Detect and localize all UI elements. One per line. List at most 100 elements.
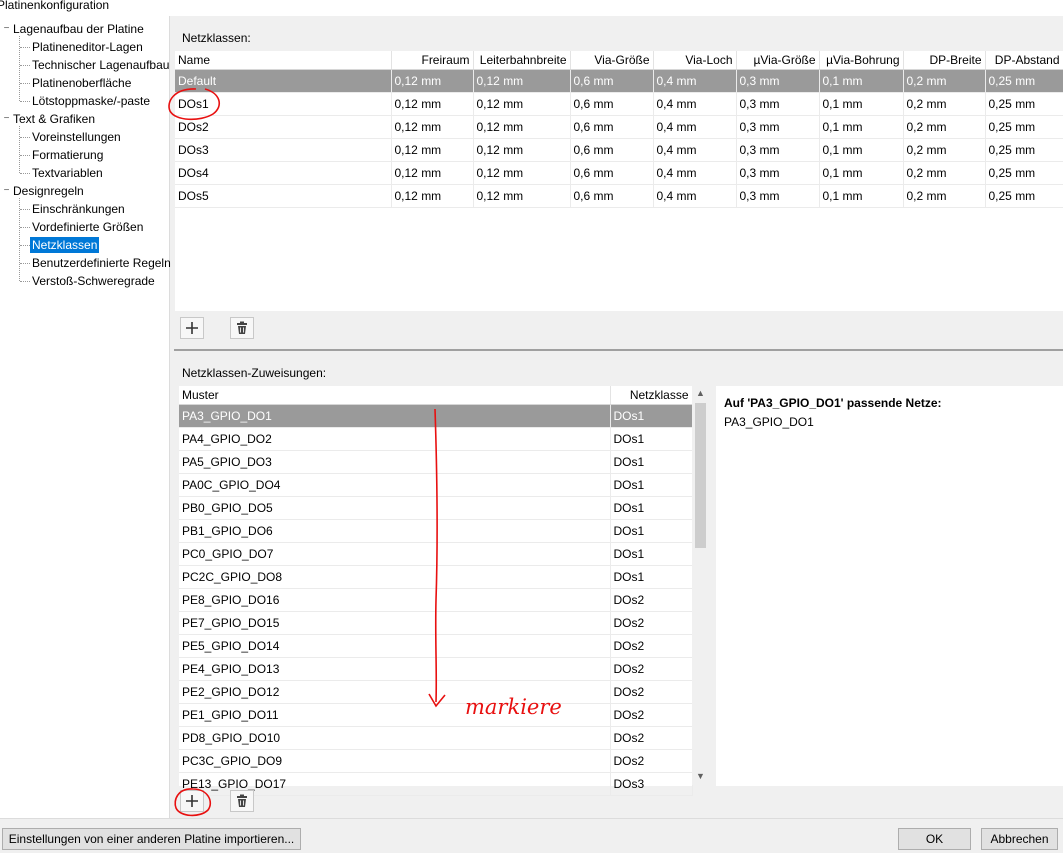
pattern-cell[interactable]: PC0_GPIO_DO7 xyxy=(179,542,611,566)
column-header[interactable]: Netzklasse xyxy=(610,386,693,405)
netclass-cell[interactable]: DOs2 xyxy=(610,588,693,612)
netclass-value-cell[interactable]: 0,12 mm xyxy=(473,92,571,116)
netclass-cell[interactable]: DOs2 xyxy=(610,703,693,727)
netclass-value-cell[interactable]: 0,25 mm xyxy=(985,92,1063,116)
netclass-value-cell[interactable]: 0,4 mm xyxy=(653,184,737,208)
netclass-value-cell[interactable]: 0,12 mm xyxy=(391,92,474,116)
assignment-row[interactable]: PA3_GPIO_DO1 DOs1 xyxy=(179,404,693,428)
netclasses-grid[interactable]: Name Freiraum Leiterbahnbreite Via-Größe Via… xyxy=(175,51,1063,311)
pattern-cell[interactable]: PA0C_GPIO_DO4 xyxy=(179,473,611,497)
collapse-icon[interactable]: − xyxy=(2,110,11,128)
netclass-value-cell[interactable]: 0,2 mm xyxy=(903,184,986,208)
tree-group-1[interactable]: Text & Grafiken xyxy=(13,110,95,128)
netclass-value-cell[interactable]: 0,12 mm xyxy=(473,69,571,93)
netclass-cell[interactable]: DOs2 xyxy=(610,634,693,658)
netclass-value-cell[interactable]: 0,12 mm xyxy=(473,184,571,208)
netclass-cell[interactable]: DOs1 xyxy=(610,519,693,543)
column-header[interactable]: DP-Breite xyxy=(903,51,986,70)
netclass-value-cell[interactable]: 0,3 mm xyxy=(736,138,820,162)
scroll-thumb[interactable] xyxy=(695,403,706,548)
pattern-cell[interactable]: PE2_GPIO_DO12 xyxy=(179,680,611,704)
tree-item[interactable]: Formatierung xyxy=(32,146,103,164)
netclass-value-cell[interactable]: 0,4 mm xyxy=(653,138,737,162)
netclass-value-cell[interactable]: 0,2 mm xyxy=(903,69,986,93)
assignment-row[interactable]: PE1_GPIO_DO11 DOs2 xyxy=(179,703,693,727)
netclass-cell[interactable]: DOs1 xyxy=(610,542,693,566)
assignment-row[interactable]: PE4_GPIO_DO13 DOs2 xyxy=(179,657,693,681)
assignment-row[interactable]: PE8_GPIO_DO16 DOs2 xyxy=(179,588,693,612)
tree-item[interactable]: Vordefinierte Größen xyxy=(32,218,143,236)
netclass-name-cell[interactable]: DOs3 xyxy=(175,138,392,162)
assignment-row[interactable]: PB1_GPIO_DO6 DOs1 xyxy=(179,519,693,543)
tree-group-2[interactable]: Designregeln xyxy=(13,182,84,200)
delete-assignment-button[interactable] xyxy=(230,790,254,812)
assignments-scrollbar[interactable]: ▲ ▼ xyxy=(692,385,709,785)
pattern-cell[interactable]: PB0_GPIO_DO5 xyxy=(179,496,611,520)
netclass-name-cell[interactable]: DOs5 xyxy=(175,184,392,208)
netclass-value-cell[interactable]: 0,25 mm xyxy=(985,138,1063,162)
column-header[interactable]: µVia-Größe xyxy=(736,51,820,70)
netclass-row[interactable]: DOs2 0,12 mm 0,12 mm 0,6 mm 0,4 mm 0,3 mm 0,1 … xyxy=(175,115,1063,139)
netclass-value-cell[interactable]: 0,6 mm xyxy=(570,161,654,185)
collapse-icon[interactable]: − xyxy=(2,182,11,200)
netclass-value-cell[interactable]: 0,4 mm xyxy=(653,69,737,93)
netclass-cell[interactable]: DOs1 xyxy=(610,404,693,428)
tree-item[interactable]: Lötstoppmaske/-paste xyxy=(32,92,150,110)
netclass-cell[interactable]: DOs1 xyxy=(610,427,693,451)
netclass-cell[interactable]: DOs2 xyxy=(610,726,693,750)
assignment-row[interactable]: PC2C_GPIO_DO8 DOs1 xyxy=(179,565,693,589)
assignment-row[interactable]: PE5_GPIO_DO14 DOs2 xyxy=(179,634,693,658)
netclass-cell[interactable]: DOs1 xyxy=(610,450,693,474)
assignment-row[interactable]: PB0_GPIO_DO5 DOs1 xyxy=(179,496,693,520)
netclass-value-cell[interactable]: 0,12 mm xyxy=(391,115,474,139)
assignment-row[interactable]: PE2_GPIO_DO12 DOs2 xyxy=(179,680,693,704)
netclass-value-cell[interactable]: 0,3 mm xyxy=(736,184,820,208)
netclass-value-cell[interactable]: 0,12 mm xyxy=(391,138,474,162)
pattern-cell[interactable]: PD8_GPIO_DO10 xyxy=(179,726,611,750)
netclass-value-cell[interactable]: 0,2 mm xyxy=(903,138,986,162)
panel-splitter[interactable] xyxy=(174,349,1063,351)
add-netclass-button[interactable] xyxy=(180,317,204,339)
netclass-row[interactable]: DOs3 0,12 mm 0,12 mm 0,6 mm 0,4 mm 0,3 mm 0,1 … xyxy=(175,138,1063,162)
netclass-value-cell[interactable]: 0,1 mm xyxy=(819,115,904,139)
netclass-value-cell[interactable]: 0,6 mm xyxy=(570,115,654,139)
netclass-value-cell[interactable]: 0,25 mm xyxy=(985,69,1063,93)
tree-group-0[interactable]: Lagenaufbau der Platine xyxy=(13,20,144,38)
pattern-cell[interactable]: PB1_GPIO_DO6 xyxy=(179,519,611,543)
settings-tree[interactable]: Lagenaufbau der Platine − Platineneditor-L… xyxy=(0,16,171,818)
netclass-cell[interactable]: DOs2 xyxy=(610,611,693,635)
netclass-cell[interactable]: DOs1 xyxy=(610,565,693,589)
netclass-row[interactable]: DOs1 0,12 mm 0,12 mm 0,6 mm 0,4 mm 0,3 mm 0,1 … xyxy=(175,92,1063,116)
netclass-value-cell[interactable]: 0,2 mm xyxy=(903,161,986,185)
tree-item[interactable]: Textvariablen xyxy=(32,164,103,182)
netclass-cell[interactable]: DOs1 xyxy=(610,496,693,520)
assignment-row[interactable]: PA5_GPIO_DO3 DOs1 xyxy=(179,450,693,474)
collapse-icon[interactable]: − xyxy=(2,20,11,38)
netclass-value-cell[interactable]: 0,3 mm xyxy=(736,92,820,116)
netclass-value-cell[interactable]: 0,6 mm xyxy=(570,138,654,162)
pattern-cell[interactable]: PA5_GPIO_DO3 xyxy=(179,450,611,474)
netclass-cell[interactable]: DOs2 xyxy=(610,749,693,773)
netclass-value-cell[interactable]: 0,12 mm xyxy=(391,69,474,93)
netclass-value-cell[interactable]: 0,6 mm xyxy=(570,69,654,93)
column-header[interactable]: µVia-Bohrung xyxy=(819,51,904,70)
column-header[interactable]: Muster xyxy=(179,386,611,405)
netclass-value-cell[interactable]: 0,1 mm xyxy=(819,92,904,116)
tree-item[interactable]: Benutzerdefinierte Regeln xyxy=(32,254,171,272)
column-header[interactable]: Freiraum xyxy=(391,51,474,70)
tree-item[interactable]: Technischer Lagenaufbau xyxy=(32,56,169,74)
ok-button[interactable]: OK xyxy=(898,828,971,850)
netclass-value-cell[interactable]: 0,3 mm xyxy=(736,115,820,139)
netclass-value-cell[interactable]: 0,3 mm xyxy=(736,161,820,185)
assignment-row[interactable]: PD8_GPIO_DO10 DOs2 xyxy=(179,726,693,750)
column-header[interactable]: Leiterbahnbreite xyxy=(473,51,571,70)
netclass-cell[interactable]: DOs3 xyxy=(610,772,693,796)
netclass-cell[interactable]: DOs2 xyxy=(610,657,693,681)
assignment-row[interactable]: PC0_GPIO_DO7 DOs1 xyxy=(179,542,693,566)
pattern-cell[interactable]: PC2C_GPIO_DO8 xyxy=(179,565,611,589)
netclass-value-cell[interactable]: 0,6 mm xyxy=(570,184,654,208)
netclass-value-cell[interactable]: 0,12 mm xyxy=(391,184,474,208)
pattern-cell[interactable]: PE5_GPIO_DO14 xyxy=(179,634,611,658)
netclass-row[interactable]: Default 0,12 mm 0,12 mm 0,6 mm 0,4 mm 0,3 mm 0… xyxy=(175,69,1063,93)
netclass-row[interactable]: DOs4 0,12 mm 0,12 mm 0,6 mm 0,4 mm 0,3 mm 0,1 … xyxy=(175,161,1063,185)
